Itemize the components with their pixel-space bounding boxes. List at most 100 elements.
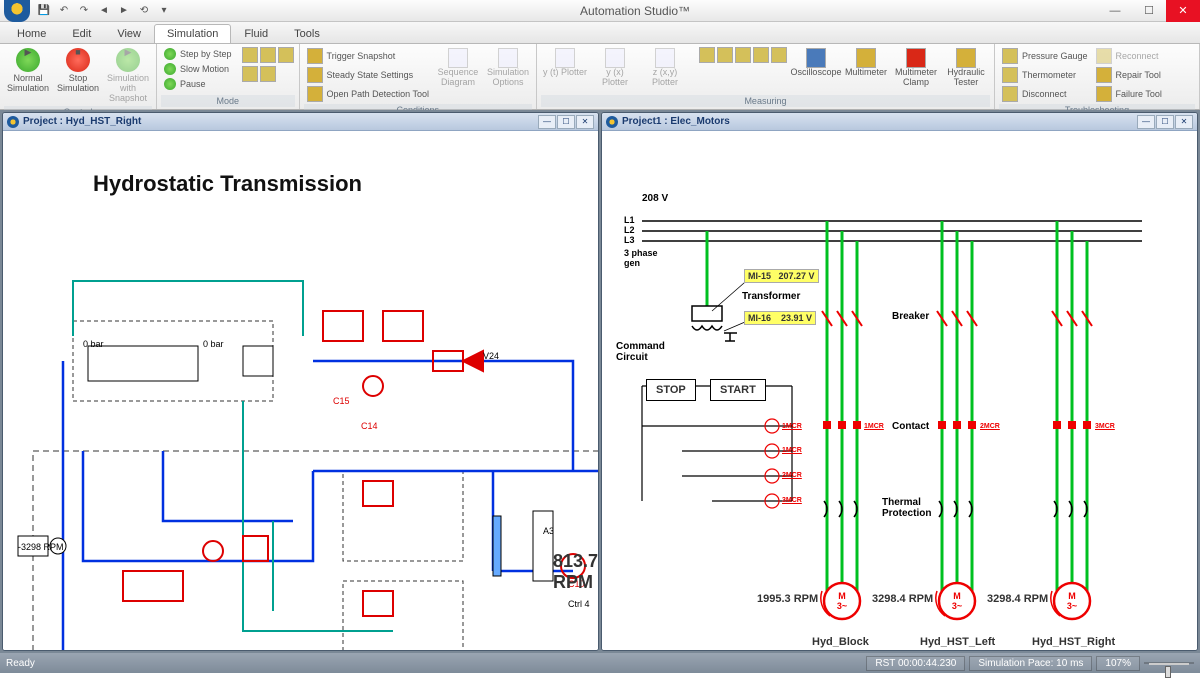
mode-icon-3[interactable] bbox=[278, 47, 294, 63]
disconnect-button[interactable]: Disconnect bbox=[1000, 85, 1090, 103]
zoom-slider[interactable] bbox=[1144, 662, 1194, 664]
maximize-button[interactable]: ☐ bbox=[1132, 0, 1166, 22]
slow-button[interactable]: Slow Motion bbox=[162, 62, 234, 76]
doc-min-button[interactable]: — bbox=[538, 115, 556, 129]
doc-max-button[interactable]: ☐ bbox=[1156, 115, 1174, 129]
path-icon bbox=[307, 86, 323, 102]
app-logo-icon[interactable] bbox=[4, 0, 30, 22]
stop-sim-button[interactable]: ■Stop Simulation bbox=[54, 46, 102, 96]
trigger-snapshot-button[interactable]: Trigger Snapshot bbox=[305, 47, 431, 65]
menu-tabs: Home Edit View Simulation Fluid Tools bbox=[0, 22, 1200, 44]
seq-diagram-button[interactable]: Sequence Diagram bbox=[434, 46, 482, 90]
htester-icon bbox=[956, 48, 976, 68]
tab-simulation[interactable]: Simulation bbox=[154, 24, 231, 43]
mode-icon-5[interactable] bbox=[260, 66, 276, 82]
qat-dropdown-icon[interactable]: ▾ bbox=[156, 3, 172, 19]
doc-min-button[interactable]: — bbox=[1137, 115, 1155, 129]
status-rst: RST 00:00:44.230 bbox=[866, 656, 965, 671]
doc-titlebar-left[interactable]: Project : Hyd_HST_Right — ☐ ✕ bbox=[3, 113, 598, 131]
doc-window-left: Project : Hyd_HST_Right — ☐ ✕ Hydrostati… bbox=[2, 112, 599, 651]
meas-icon-4[interactable] bbox=[753, 47, 769, 63]
hydraulic-schematic bbox=[13, 221, 598, 650]
multimeter-clamp-button[interactable]: Multimeter Clamp bbox=[892, 46, 940, 90]
qat-save-icon[interactable]: 💾 bbox=[36, 3, 52, 19]
pause-button[interactable]: Pause bbox=[162, 77, 234, 91]
steady-state-button[interactable]: Steady State Settings bbox=[305, 66, 431, 84]
qat-redo-icon[interactable]: ↷ bbox=[76, 3, 92, 19]
mode-icon-2[interactable] bbox=[260, 47, 276, 63]
stop-button[interactable]: STOP bbox=[646, 379, 696, 401]
tab-edit[interactable]: Edit bbox=[59, 24, 104, 43]
workspace: Project : Hyd_HST_Right — ☐ ✕ Hydrostati… bbox=[0, 110, 1200, 653]
qat-back-icon[interactable]: ◄ bbox=[96, 3, 112, 19]
normal-sim-button[interactable]: ▶Normal Simulation bbox=[4, 46, 52, 96]
wrench-icon bbox=[1096, 67, 1112, 83]
electrical-schematic: M3~ M3~ M3~ bbox=[612, 141, 1172, 650]
doc-logo-icon bbox=[606, 116, 618, 128]
qat-fwd-icon[interactable]: ► bbox=[116, 3, 132, 19]
tab-fluid[interactable]: Fluid bbox=[231, 24, 281, 43]
close-button[interactable]: ✕ bbox=[1166, 0, 1200, 22]
tab-tools[interactable]: Tools bbox=[281, 24, 333, 43]
meas-mi16: MI-16 23.91 V bbox=[744, 311, 816, 325]
doc-titlebar-right[interactable]: Project1 : Elec_Motors — ☐ ✕ bbox=[602, 113, 1197, 131]
hydraulic-tester-button[interactable]: Hydraulic Tester bbox=[942, 46, 990, 90]
pressure-gauge-button[interactable]: Pressure Gauge bbox=[1000, 47, 1090, 65]
ribbon-group-control: ▶Normal Simulation ■Stop Simulation ▶Sim… bbox=[0, 44, 157, 109]
yt-plotter-button[interactable]: y (t) Plotter bbox=[541, 46, 589, 80]
failure-tool-button[interactable]: Failure Tool bbox=[1094, 85, 1164, 103]
thermo-icon bbox=[1002, 67, 1018, 83]
oscope-icon bbox=[806, 48, 826, 68]
tab-home[interactable]: Home bbox=[4, 24, 59, 43]
window-buttons: — ☐ ✕ bbox=[1098, 0, 1200, 22]
open-path-button[interactable]: Open Path Detection Tool bbox=[305, 85, 431, 103]
hydraulic-diagram[interactable]: Hydrostatic Transmission bbox=[3, 131, 598, 650]
gauge-icon bbox=[1002, 48, 1018, 64]
diagram-title: Hydrostatic Transmission bbox=[93, 171, 362, 197]
gear-icon bbox=[307, 67, 323, 83]
status-ready: Ready bbox=[6, 658, 862, 669]
doc-close-button[interactable]: ✕ bbox=[576, 115, 594, 129]
step-button[interactable]: Step by Step bbox=[162, 47, 234, 61]
mode-icon-4[interactable] bbox=[242, 66, 258, 82]
minimize-button[interactable]: — bbox=[1098, 0, 1132, 22]
clamp-icon bbox=[906, 48, 926, 68]
diagram-icon bbox=[448, 48, 468, 68]
meas-icon-3[interactable] bbox=[735, 47, 751, 63]
app-title: Automation Studio™ bbox=[172, 4, 1098, 18]
tab-view[interactable]: View bbox=[104, 24, 154, 43]
svg-text:3~: 3~ bbox=[837, 601, 847, 611]
sim-options-button[interactable]: Simulation Options bbox=[484, 46, 532, 90]
zxy-plotter-button[interactable]: z (x,y) Plotter bbox=[641, 46, 689, 90]
svg-text:M: M bbox=[1068, 591, 1076, 601]
meas-mi15: MI-15 207.27 V bbox=[744, 269, 819, 283]
oscilloscope-button[interactable]: Oscilloscope bbox=[792, 46, 840, 80]
multimeter-button[interactable]: Multimeter bbox=[842, 46, 890, 80]
yx-plotter-button[interactable]: y (x) Plotter bbox=[591, 46, 639, 90]
statusbar: Ready RST 00:00:44.230 Simulation Pace: … bbox=[0, 653, 1200, 673]
qat-refresh-icon[interactable]: ⟲ bbox=[136, 3, 152, 19]
rpm-readout: 813.7 RPM bbox=[553, 551, 598, 593]
reconnect-icon bbox=[1096, 48, 1112, 64]
electrical-diagram[interactable]: M3~ M3~ M3~ bbox=[602, 131, 1197, 650]
mode-icon-1[interactable] bbox=[242, 47, 258, 63]
doc-max-button[interactable]: ☐ bbox=[557, 115, 575, 129]
titlebar: 💾 ↶ ↷ ◄ ► ⟲ ▾ Automation Studio™ — ☐ ✕ bbox=[0, 0, 1200, 22]
status-zoom[interactable]: 107% bbox=[1096, 656, 1140, 671]
ribbon-group-conditions: Trigger Snapshot Steady State Settings O… bbox=[300, 44, 537, 109]
start-button[interactable]: START bbox=[710, 379, 766, 401]
repair-tool-button[interactable]: Repair Tool bbox=[1094, 66, 1164, 84]
doc-window-right: Project1 : Elec_Motors — ☐ ✕ bbox=[601, 112, 1198, 651]
meas-icon-2[interactable] bbox=[717, 47, 733, 63]
disconnect-icon bbox=[1002, 86, 1018, 102]
meas-icon-1[interactable] bbox=[699, 47, 715, 63]
thermometer-button[interactable]: Thermometer bbox=[1000, 66, 1090, 84]
svg-text:3~: 3~ bbox=[1067, 601, 1077, 611]
sim-snapshot-button[interactable]: ▶Simulation with Snapshot bbox=[104, 46, 152, 106]
meas-icon-5[interactable] bbox=[771, 47, 787, 63]
svg-text:M: M bbox=[838, 591, 846, 601]
qat-undo-icon[interactable]: ↶ bbox=[56, 3, 72, 19]
svg-text:M: M bbox=[953, 591, 961, 601]
reconnect-button[interactable]: Reconnect bbox=[1094, 47, 1164, 65]
doc-close-button[interactable]: ✕ bbox=[1175, 115, 1193, 129]
